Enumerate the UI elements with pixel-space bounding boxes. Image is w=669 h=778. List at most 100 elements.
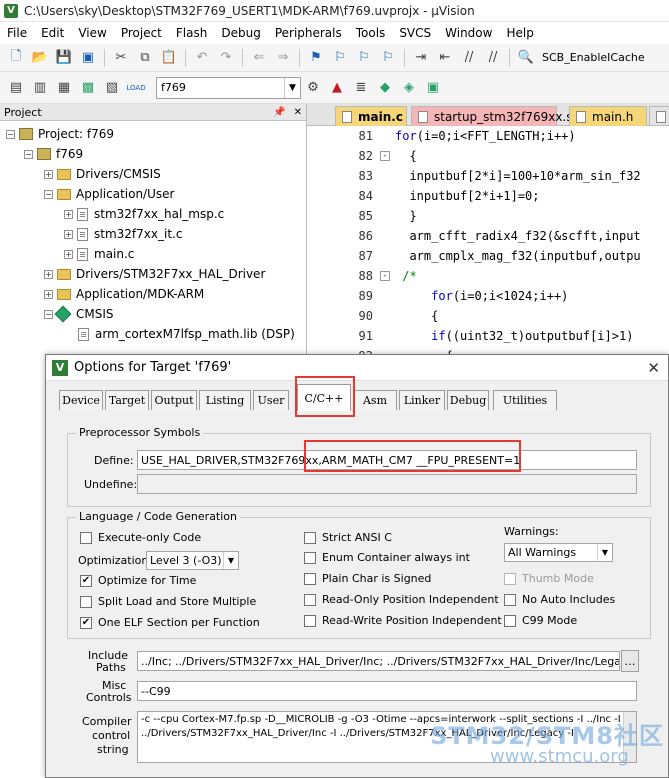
tree-item-file[interactable]: + main.c (64, 244, 134, 264)
expand-icon[interactable]: + (44, 169, 53, 179)
find-combo-text[interactable]: SCB_EnableICache (542, 51, 645, 64)
menu-file[interactable]: File (0, 26, 34, 40)
clear-bookmarks-icon[interactable]: ⚐ (378, 48, 398, 68)
tree-item-library[interactable]: arm_cortexM7lfsp_math.lib (DSP) (78, 324, 295, 344)
paste-icon[interactable]: 📋 (159, 48, 179, 68)
checkbox-box[interactable] (304, 593, 316, 606)
pack-installer-icon[interactable]: ◈ (399, 78, 419, 98)
checkbox-box[interactable] (304, 614, 316, 627)
warnings-select[interactable]: All Warnings ▼ (504, 543, 613, 562)
stop-build-icon[interactable]: ▧ (102, 78, 122, 98)
unindent-icon[interactable]: ⇤ (435, 48, 455, 68)
checkbox-box[interactable] (504, 614, 516, 627)
code-line[interactable]: 84 inputbuf[2*i+1]=0; (307, 186, 669, 206)
checkbox-box[interactable] (504, 572, 516, 585)
new-file-icon[interactable]: 🗋 (6, 48, 26, 68)
redo-icon[interactable]: ↷ (216, 48, 236, 68)
include-paths-input[interactable]: ../Inc; ../Drivers/STM32F7xx_HAL_Driver/… (137, 651, 620, 671)
thumb-mode-checkbox[interactable]: Thumb Mode (504, 572, 594, 585)
collapse-icon[interactable]: − (6, 129, 15, 139)
one-elf-checkbox[interactable]: ✔ One ELF Section per Function (80, 616, 260, 629)
tab-output[interactable]: Output (151, 390, 197, 410)
code-line[interactable]: 81 for(i=0;i<FFT_LENGTH;i++) (307, 126, 669, 146)
comment-icon[interactable]: // (459, 48, 479, 68)
compiler-control-string[interactable]: -c --cpu Cortex-M7.fp.sp -D__MICROLIB -g… (137, 711, 637, 763)
run-time-env-icon[interactable]: ▣ (423, 78, 443, 98)
code-line[interactable]: 88- /* (307, 266, 669, 286)
close-icon[interactable]: ✕ (647, 359, 660, 377)
close-icon[interactable]: ✕ (294, 107, 302, 118)
tree-item-project[interactable]: − Project: f769 (6, 124, 114, 144)
uncomment-icon[interactable]: // (483, 48, 503, 68)
fold-toggle-icon[interactable]: - (380, 151, 390, 161)
collapse-icon[interactable]: − (44, 189, 53, 199)
code-line[interactable]: 90 { (307, 306, 669, 326)
ropi-checkbox[interactable]: Read-Only Position Independent (304, 593, 499, 606)
menu-help[interactable]: Help (499, 26, 540, 40)
menu-flash[interactable]: Flash (169, 26, 214, 40)
checkbox-box[interactable] (304, 572, 316, 585)
tree-item-file[interactable]: + stm32f7xx_it.c (64, 224, 182, 244)
prev-bookmark-icon[interactable]: ⚐ (330, 48, 350, 68)
manage-rte-icon[interactable]: ≣ (351, 78, 371, 98)
menu-peripherals[interactable]: Peripherals (268, 26, 349, 40)
tab-utilities[interactable]: Utilities (493, 390, 557, 410)
expand-icon[interactable]: + (44, 269, 53, 279)
expand-icon[interactable]: + (44, 289, 53, 299)
c99-mode-checkbox[interactable]: C99 Mode (504, 614, 577, 627)
batch-build-icon[interactable]: ▩ (78, 78, 98, 98)
execute-only-checkbox[interactable]: Execute-only Code (80, 531, 201, 544)
tree-item-target[interactable]: − f769 (24, 144, 83, 164)
pin-icon[interactable]: 📌 (273, 107, 285, 118)
chevron-down-icon[interactable]: ▼ (597, 544, 612, 561)
rwpi-checkbox[interactable]: Read-Write Position Independent (304, 614, 502, 627)
code-line[interactable]: 87 arm_cmplx_mag_f32(inputbuf,outpu (307, 246, 669, 266)
tab-asm[interactable]: Asm (353, 390, 397, 410)
code-line[interactable]: 82- { (307, 146, 669, 166)
misc-controls-input[interactable]: --C99 (137, 681, 637, 701)
expand-icon[interactable]: + (64, 249, 73, 259)
tree-item-group[interactable]: + Drivers/STM32F7xx_HAL_Driver (44, 264, 265, 284)
save-icon[interactable]: 💾 (54, 48, 74, 68)
expand-icon[interactable]: + (64, 229, 73, 239)
select-packs-icon[interactable]: ◆ (375, 78, 395, 98)
download-load-icon[interactable]: LOAD (126, 78, 146, 98)
undo-icon[interactable]: ↶ (192, 48, 212, 68)
save-all-icon[interactable]: ▣ (78, 48, 98, 68)
optimization-select[interactable]: Level 3 (-O3) ▼ (146, 551, 239, 570)
collapse-icon[interactable]: − (44, 309, 53, 319)
code-line[interactable]: 91 if((uint32_t)outputbuf[i]>1) (307, 326, 669, 346)
strict-ansi-checkbox[interactable]: Strict ANSI C (304, 531, 392, 544)
menu-view[interactable]: View (71, 26, 113, 40)
checkbox-box[interactable] (504, 593, 516, 606)
tab-debug[interactable]: Debug (447, 390, 489, 410)
nav-back-icon[interactable]: ⇐ (249, 48, 269, 68)
target-options-icon[interactable]: ⚙ (303, 78, 323, 98)
chevron-down-icon[interactable]: ▼ (223, 552, 238, 569)
collapse-icon[interactable]: − (24, 149, 33, 159)
menu-tools[interactable]: Tools (349, 26, 393, 40)
tab-target[interactable]: Target (105, 390, 149, 410)
tab-linker[interactable]: Linker (399, 390, 445, 410)
no-auto-includes-checkbox[interactable]: No Auto Includes (504, 593, 615, 606)
code-line[interactable]: 83 inputbuf[2*i]=100+10*arm_sin_f32 (307, 166, 669, 186)
menu-edit[interactable]: Edit (34, 26, 71, 40)
copy-icon[interactable]: ⧉ (135, 48, 155, 68)
plain-char-checkbox[interactable]: Plain Char is Signed (304, 572, 431, 585)
compiler-control-scrollbar[interactable] (623, 712, 636, 762)
tree-item-group[interactable]: + Drivers/CMSIS (44, 164, 161, 184)
checkbox-box[interactable] (304, 551, 316, 564)
translate-icon[interactable]: ▤ (6, 78, 26, 98)
menu-svcs[interactable]: SVCS (392, 26, 438, 40)
tab-device[interactable]: Device (59, 390, 103, 410)
tree-item-component[interactable]: − CMSIS (44, 304, 114, 324)
build-icon[interactable]: ▥ (30, 78, 50, 98)
tree-item-group[interactable]: + Application/MDK-ARM (44, 284, 204, 304)
browse-include-paths-button[interactable]: … (621, 650, 639, 672)
checkbox-box[interactable] (80, 531, 92, 544)
next-bookmark-icon[interactable]: ⚐ (354, 48, 374, 68)
checkbox-box[interactable] (80, 595, 92, 608)
indent-icon[interactable]: ⇥ (411, 48, 431, 68)
checkbox-box[interactable]: ✔ (80, 574, 92, 587)
checkbox-box[interactable] (304, 531, 316, 544)
